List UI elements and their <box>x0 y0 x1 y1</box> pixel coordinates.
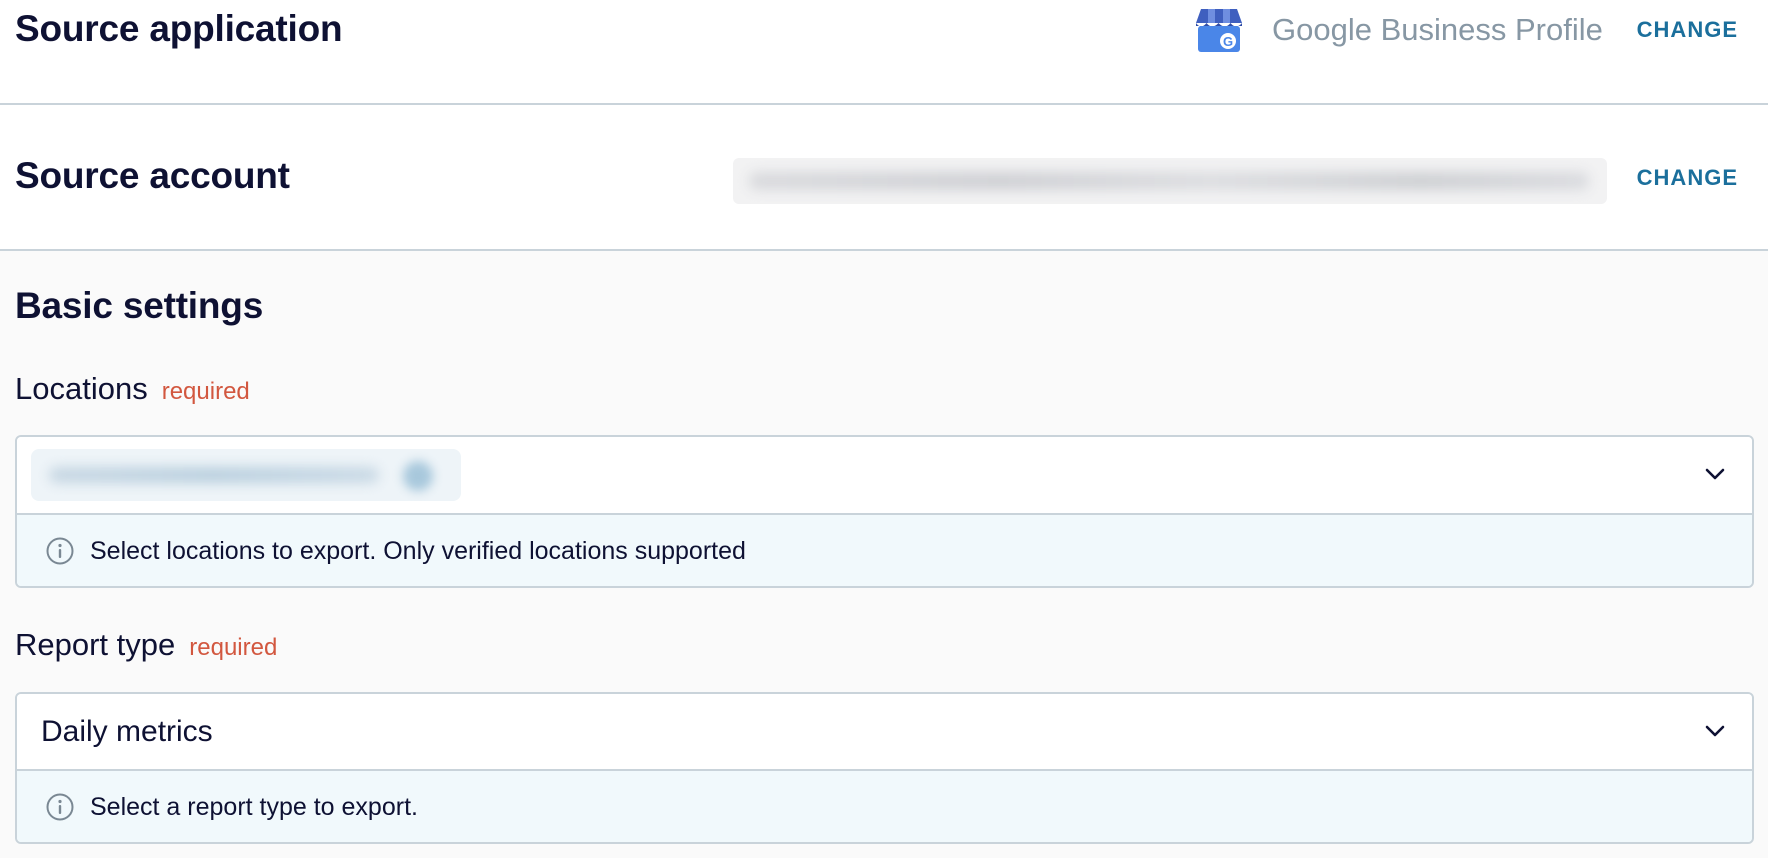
source-account-section: Source account CHANGE <box>0 105 1768 251</box>
source-app-name: Google Business Profile <box>1272 12 1603 47</box>
report-type-hint-text: Select a report type to export. <box>90 793 418 821</box>
basic-settings-section: Basic settings Locations required Select … <box>0 251 1768 858</box>
locations-select: Select locations to export. Only verifie… <box>15 435 1754 588</box>
source-application-section: Source application G Google Business Pro… <box>0 0 1768 105</box>
locations-label-text: Locations <box>15 371 148 406</box>
report-type-required-tag: required <box>189 634 278 661</box>
change-source-application-button[interactable]: CHANGE <box>1637 17 1738 43</box>
locations-hint-text: Select locations to export. Only verifie… <box>90 537 746 565</box>
google-business-profile-icon: G <box>1196 9 1242 52</box>
locations-dropdown[interactable] <box>17 437 1752 515</box>
report-type-hint: Select a report type to export. <box>17 771 1752 842</box>
change-source-account-button[interactable]: CHANGE <box>1637 165 1738 191</box>
locations-required-tag: required <box>161 378 250 405</box>
report-type-dropdown[interactable]: Daily metrics <box>17 694 1752 771</box>
source-application-title: Source application <box>15 8 343 49</box>
locations-label: Locations required <box>15 371 250 407</box>
chevron-down-icon[interactable] <box>1704 463 1726 485</box>
chevron-down-icon[interactable] <box>1704 720 1726 742</box>
selected-location-chip-redacted[interactable] <box>31 449 461 501</box>
source-account-value-redacted <box>733 158 1607 204</box>
info-icon <box>46 537 74 565</box>
basic-settings-title: Basic settings <box>15 285 264 326</box>
locations-hint: Select locations to export. Only verifie… <box>17 515 1752 586</box>
info-icon <box>46 793 74 821</box>
report-type-value: Daily metrics <box>41 715 213 748</box>
report-type-label-text: Report type <box>15 627 176 662</box>
svg-text:G: G <box>1223 34 1233 49</box>
report-type-select: Daily metrics Select a report type to ex… <box>15 692 1754 844</box>
source-account-title: Source account <box>15 155 290 196</box>
report-type-label: Report type required <box>15 627 277 663</box>
